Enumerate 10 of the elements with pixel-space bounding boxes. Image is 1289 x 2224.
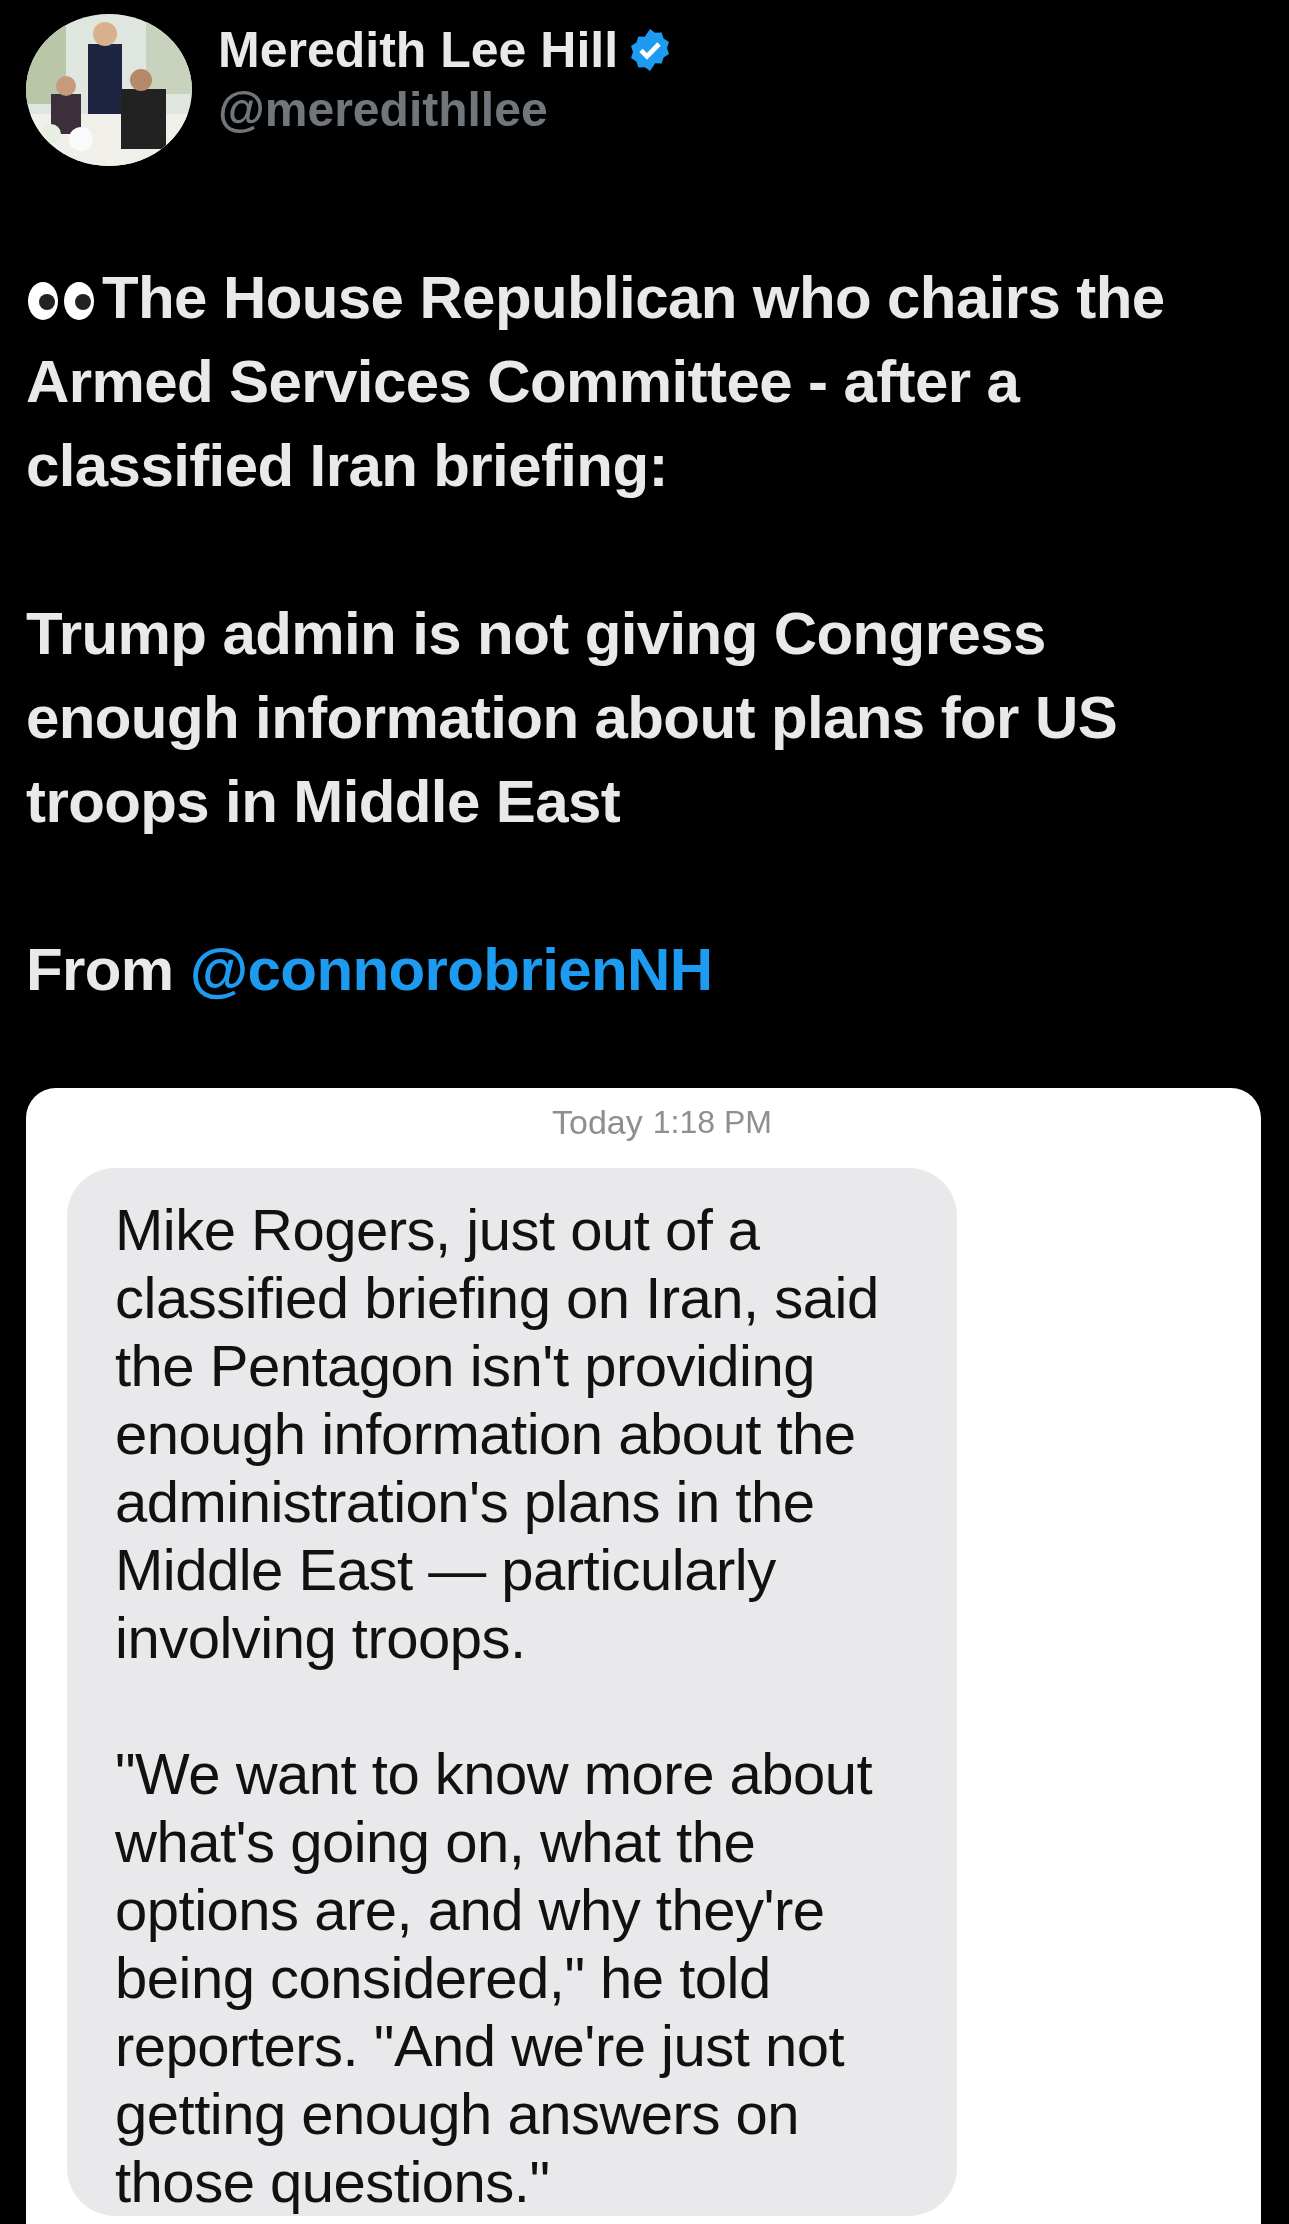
timestamp-time: 1:18 PM: [652, 1103, 772, 1142]
author-name[interactable]: Meredith Lee Hill: [218, 20, 619, 80]
tweet-text: The House Republican who chairs the Armed Services Committee - after a classified Iran briefing:: [26, 264, 1165, 499]
timestamp-day: Today: [552, 1098, 643, 1146]
tweet-text: From: [26, 936, 174, 1003]
mention-link[interactable]: @connorobrienNH: [189, 936, 713, 1003]
author-handle[interactable]: @meredithllee: [218, 80, 675, 140]
tweet-text: Trump admin is not giving Congress enough information about plans for US troops in Middle East: [26, 599, 1119, 837]
message-text: Mike Rogers, just out of a classified briefing on Iran, said the Pentagon isn't providing enough information about the administration's plans in the Middle East — particularly involving troops.: [115, 1196, 880, 1672]
message-text: "We want to know more about what's going on, what the options are, and why they're being considered," he told reporters. "And we're just not getting enough answers on those questions.": [115, 1740, 874, 2216]
